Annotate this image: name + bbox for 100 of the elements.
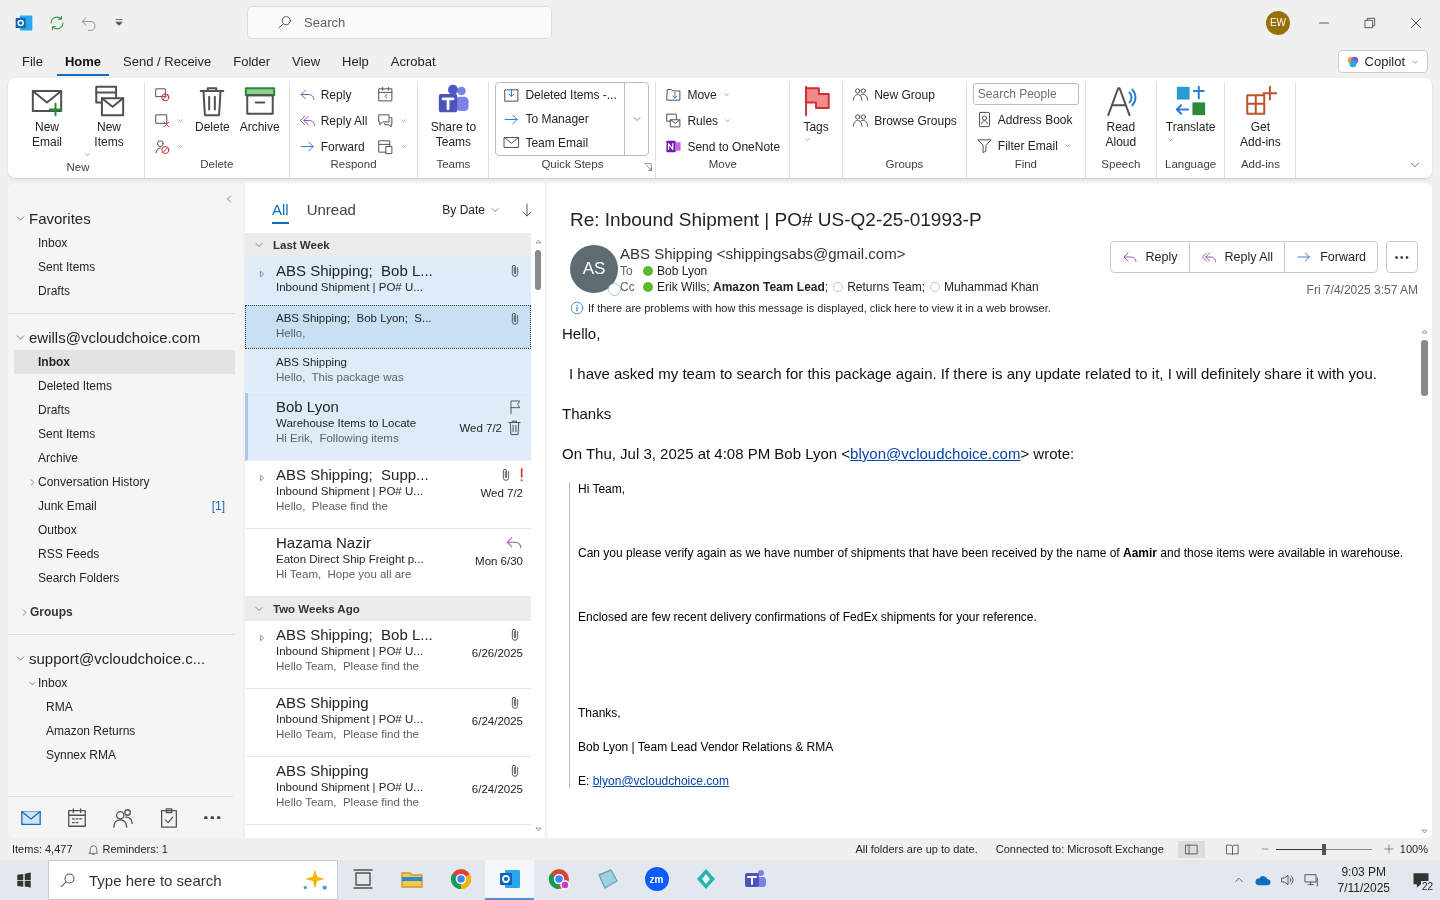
ribbon-button[interactable]: Rules [662, 109, 784, 132]
message-row[interactable]: ABS Shipping; Bob L... Inbound Shipment | PO# U... [245, 257, 531, 305]
zoom-logo[interactable]: zm [644, 867, 669, 891]
info-link[interactable]: If there are problems with how this message is displayed, click here to view it in a web browser. [588, 302, 1051, 314]
reminders-text[interactable]: Reminders: 1 [102, 843, 168, 855]
folder-item[interactable]: RSS Feeds [14, 542, 235, 566]
triangle-icon[interactable] [257, 269, 267, 279]
triangle-icon[interactable] [257, 473, 267, 483]
folder-item[interactable]: Search Folders [14, 566, 235, 590]
message-row[interactable]: ABS Shipping; Bob L... Inbound Shipment | PO# U... Hello Team, Please find the 6/26/2025 [245, 621, 531, 689]
folder-item[interactable]: Inbox [14, 231, 235, 255]
trash-icon[interactable] [506, 419, 523, 436]
scrollbar-thumb[interactable] [1420, 340, 1428, 396]
outlook-logo-icon[interactable] [497, 867, 522, 891]
groups-header[interactable]: Groups [30, 605, 73, 619]
filter-tab[interactable]: All [272, 196, 289, 224]
folder-item[interactable]: Amazon Returns [14, 719, 235, 743]
dialog-launcher-icon[interactable] [643, 162, 654, 172]
group-header[interactable]: Last Week [245, 233, 531, 257]
ribbon-button[interactable]: Move [662, 83, 784, 106]
flag-icon[interactable] [507, 399, 523, 415]
ribbon-tab[interactable]: Acrobat [382, 47, 444, 76]
reading-view-icon[interactable] [1224, 841, 1240, 857]
people-icon[interactable] [112, 806, 135, 829]
quick-step-button[interactable]: To Manager [500, 107, 621, 131]
folder-item[interactable]: Conversation History [14, 470, 235, 494]
folder-item[interactable]: Drafts [14, 279, 235, 303]
network-icon[interactable] [1303, 872, 1320, 888]
ribbon-tab[interactable]: Folder [225, 47, 279, 76]
filter-tab[interactable]: Unread [306, 196, 356, 224]
search-field[interactable]: Search People [972, 83, 1079, 105]
ribbon-tab[interactable]: Help [334, 47, 377, 76]
more-icon[interactable] [204, 815, 221, 820]
ribbon-button[interactable]: Share to Teams [424, 82, 483, 152]
message-row[interactable]: Bob Lyon Warehouse Items to Locate Hi Erik, Following items Wed 7/2 [245, 393, 531, 461]
recipient-name[interactable]: Erik Wills; Amazon Team Lead; [657, 280, 829, 294]
action-button[interactable]: Forward [1284, 242, 1377, 272]
folder-item[interactable]: RMA [14, 695, 235, 719]
ribbon-button[interactable]: Get Add-ins [1231, 82, 1290, 152]
recipient-name[interactable]: Returns Team; [847, 280, 925, 294]
crystal-app-icon[interactable] [595, 867, 620, 891]
ribbon-button[interactable]: Browse Groups [849, 109, 960, 132]
account-header[interactable]: Favorites [29, 209, 91, 227]
ribbon-button[interactable]: Archive [236, 82, 283, 137]
ribbon-tab[interactable]: File [14, 47, 51, 76]
ribbon-button[interactable]: Read Aloud [1091, 82, 1150, 152]
taskbar-search-field[interactable]: Type here to search [48, 860, 338, 900]
recipient-name[interactable]: Muhammad Khan [943, 280, 1039, 294]
ribbon-button[interactable]: Tags [796, 82, 837, 146]
account-header[interactable]: support@vcloudchoice.c... [29, 649, 206, 667]
ribbon-tab[interactable]: Send / Receive [115, 47, 220, 76]
triangle-icon[interactable] [257, 633, 267, 643]
clock[interactable]: 9:03 PM 7/11/2025 [1337, 864, 1390, 896]
folder-item[interactable]: Junk Email [1] [14, 494, 235, 518]
message-row[interactable]: ABS Shipping; Supp... Inbound Shipment | PO# U... Hello, Please find the Wed 7/2 [245, 461, 531, 529]
action-button[interactable]: Reply [1110, 242, 1189, 272]
chrome-logo-icon[interactable] [448, 867, 473, 891]
folder-item[interactable]: Outbox [14, 518, 235, 542]
ribbon-button[interactable]: Send to OneNote [662, 135, 784, 158]
email-link[interactable]: blyon@vcloudchoice.com [850, 445, 1021, 462]
message-row[interactable]: ABS Shipping Hello, This package was [245, 349, 531, 393]
speaker-icon[interactable] [1279, 872, 1296, 888]
sync-icon[interactable] [48, 13, 66, 32]
folder-item[interactable]: Deleted Items [14, 374, 235, 398]
folder-item[interactable]: Drafts [14, 398, 235, 422]
ribbon-tab[interactable]: Home [56, 47, 110, 76]
scrollbar-thumb[interactable] [535, 250, 541, 290]
message-row[interactable]: ABS Shipping Inbound Shipment | PO# U... Hello Team, Please find the 6/24/2025 [245, 757, 531, 825]
ribbon-button[interactable]: Reply All [295, 109, 371, 132]
message-row[interactable]: ABS Shipping; Bob Lyon; S... Hello, [245, 305, 531, 349]
calendar-icon[interactable] [66, 806, 89, 829]
ribbon-button[interactable]: New Email [18, 82, 76, 152]
search-field[interactable]: Search [247, 6, 552, 39]
message-row[interactable]: ABS Shipping Inbound Shipment | PO# U... Hello Team, Please find the 6/24/2025 [245, 689, 531, 757]
action-button[interactable]: Reply All [1188, 242, 1285, 272]
recipient-name[interactable]: Bob Lyon [657, 264, 708, 278]
ribbon-button[interactable]: Reply [295, 83, 371, 106]
account-header[interactable]: ewills@vcloudchoice.com [29, 328, 201, 346]
notification-button[interactable]: 22 [1408, 867, 1434, 893]
sort-button[interactable]: By Date [442, 203, 501, 217]
ribbon-button[interactable]: Translate [1162, 82, 1219, 146]
folder-item[interactable]: Sent Items [14, 255, 235, 279]
ribbon-button[interactable]: New Group [849, 83, 960, 106]
chrome-badge-logo-icon[interactable] [546, 867, 571, 891]
windows-logo-icon[interactable] [15, 871, 33, 889]
folder-item[interactable]: Inbox [14, 350, 235, 374]
group-header[interactable]: Two Weeks Ago [245, 597, 531, 621]
task-view-icon[interactable] [350, 867, 375, 891]
folder-item[interactable]: Sent Items [14, 422, 235, 446]
ribbon-button[interactable]: Filter Email [972, 134, 1079, 157]
ribbon-button[interactable]: Address Book [972, 108, 1079, 131]
ribbon-tab[interactable]: View [284, 47, 329, 76]
ribbon-button[interactable]: New Items [80, 82, 138, 161]
email-link[interactable]: blyon@vcloudchoice.com [592, 774, 729, 788]
quick-step-button[interactable]: Deleted Items -... [500, 84, 621, 107]
avatar[interactable]: EW [1266, 10, 1290, 35]
folder-item[interactable]: Synnex RMA [14, 743, 235, 767]
folder-item[interactable]: Inbox [14, 671, 235, 695]
quick-step-button[interactable]: Team Email [500, 131, 621, 154]
ribbon-button[interactable]: Forward [295, 135, 371, 158]
